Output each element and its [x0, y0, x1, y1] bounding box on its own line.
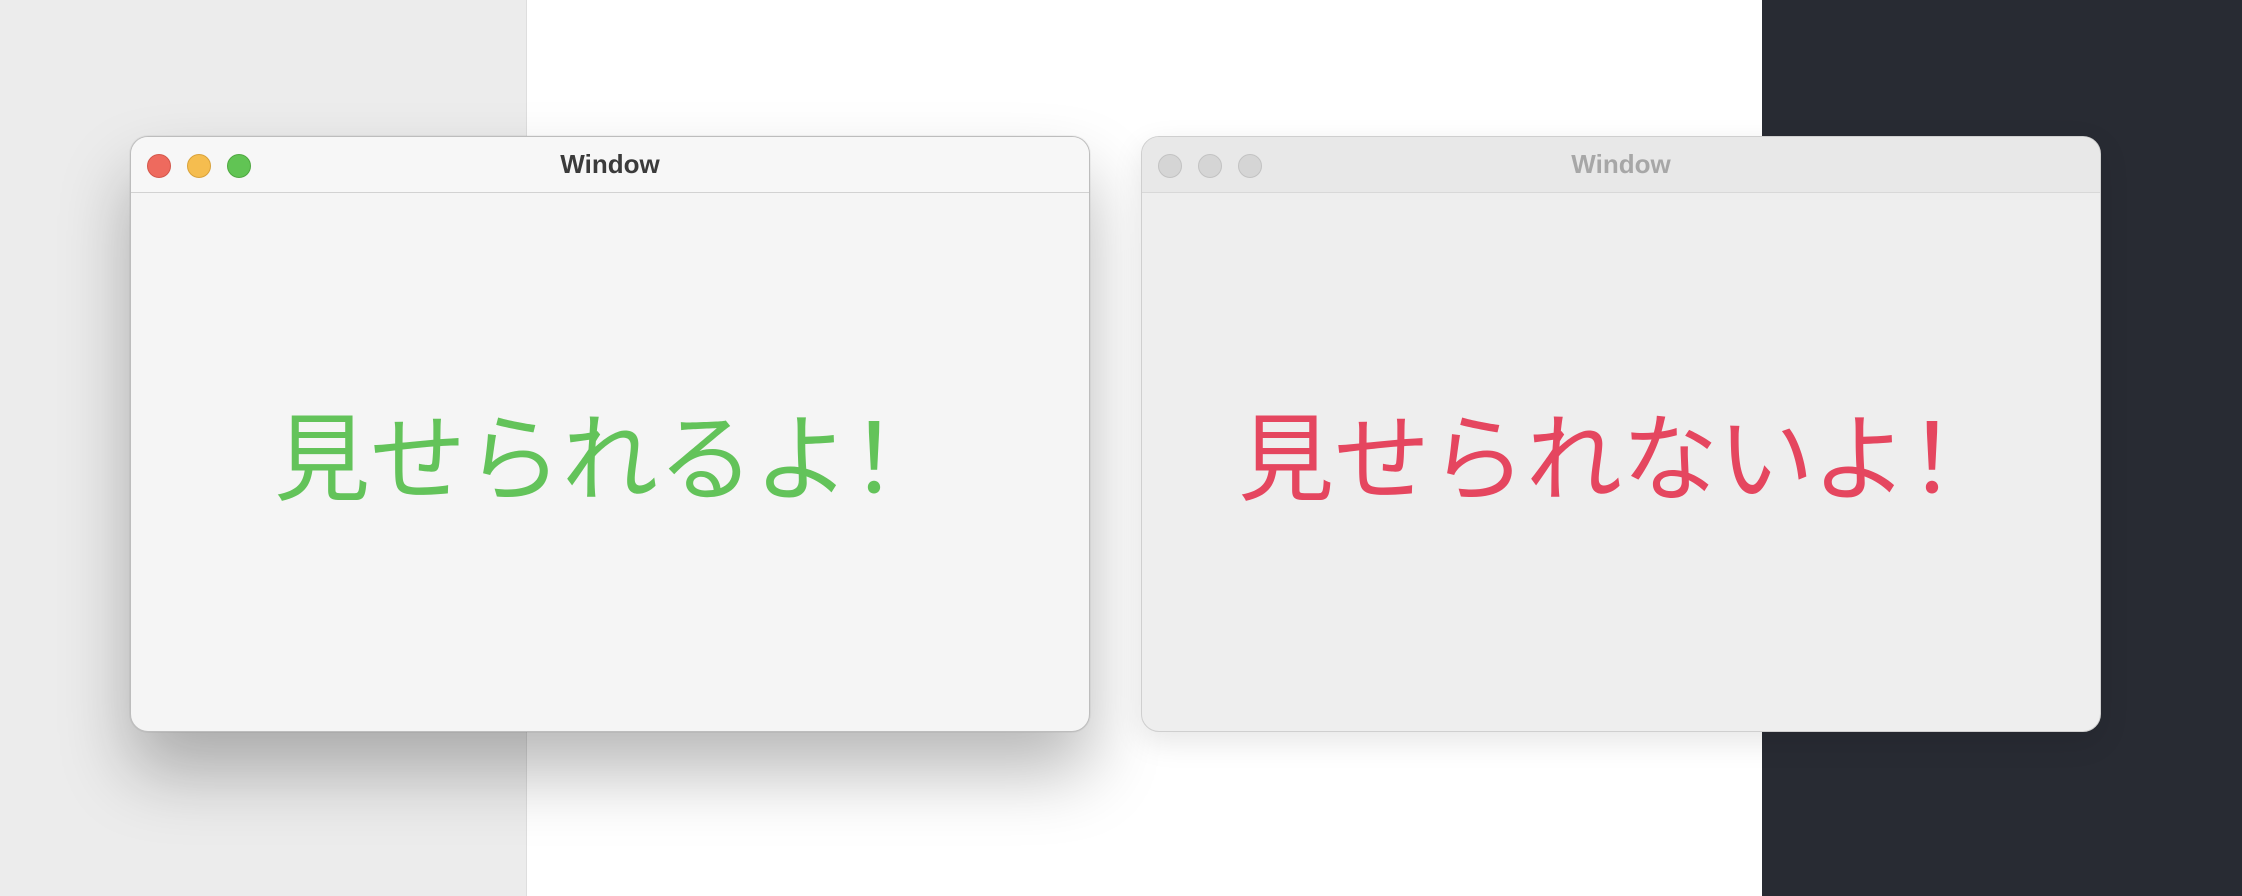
close-icon[interactable]: [147, 154, 171, 178]
maximize-icon[interactable]: [1238, 154, 1262, 178]
window-content: 見せられるよ！: [131, 193, 1089, 731]
window-title: Window: [1571, 149, 1671, 179]
window-controls: [147, 154, 251, 178]
maximize-icon[interactable]: [227, 154, 251, 178]
close-icon[interactable]: [1158, 154, 1182, 178]
window-title: Window: [560, 149, 660, 179]
window-controls: [1158, 154, 1262, 178]
window-titlebar[interactable]: Window: [131, 137, 1089, 193]
window-content: 見せられないよ！: [1142, 193, 2100, 731]
window-active[interactable]: Window 見せられるよ！: [130, 136, 1090, 732]
window-inactive[interactable]: Window 見せられないよ！: [1141, 136, 2101, 732]
minimize-icon[interactable]: [1198, 154, 1222, 178]
minimize-icon[interactable]: [187, 154, 211, 178]
window-titlebar[interactable]: Window: [1142, 137, 2100, 193]
message-text: 見せられるよ！: [274, 404, 946, 516]
message-text: 見せられないよ！: [1237, 404, 2005, 516]
